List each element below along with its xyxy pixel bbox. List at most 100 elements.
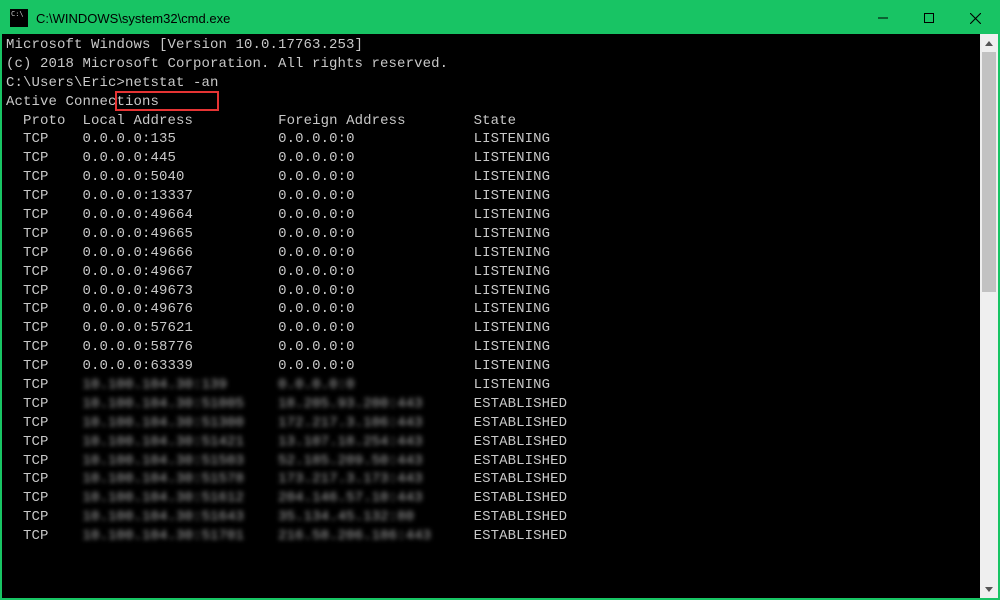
cell-foreign: 216.58.206.186:443 — [278, 527, 431, 546]
cell-local: 0.0.0.0:445 — [83, 150, 279, 166]
table-row: TCP 10.100.104.30:51578 173.217.3.173:44… — [6, 470, 976, 489]
cell-foreign: 204.146.57.10:443 — [278, 489, 423, 508]
cell-local: 10.100.104.30:51643 — [83, 508, 245, 527]
cell-state: LISTENING — [474, 283, 551, 299]
cell-foreign: 0.0.0.0:0 — [278, 376, 355, 395]
cell-proto: TCP — [23, 301, 83, 317]
window-title: C:\WINDOWS\system32\cmd.exe — [36, 11, 860, 26]
cell-foreign: 0.0.0.0:0 — [278, 320, 474, 336]
table-row: TCP 0.0.0.0:57621 0.0.0.0:0 LISTENING — [6, 319, 976, 338]
table-row: TCP 10.100.104.30:51643 35.134.45.132:80… — [6, 508, 976, 527]
cell-local: 0.0.0.0:49665 — [83, 226, 279, 242]
cell-state: LISTENING — [474, 358, 551, 374]
cell-foreign: 172.217.3.106:443 — [278, 414, 423, 433]
cell-foreign: 0.0.0.0:0 — [278, 283, 474, 299]
cell-foreign: 0.0.0.0:0 — [278, 207, 474, 223]
cell-foreign: 18.205.93.200:443 — [278, 395, 423, 414]
cell-state: LISTENING — [474, 320, 551, 336]
table-row: TCP 0.0.0.0:135 0.0.0.0:0 LISTENING — [6, 130, 976, 149]
col-foreign: Foreign Address — [278, 113, 474, 129]
cell-local: 0.0.0.0:49676 — [83, 301, 279, 317]
cmd-icon — [10, 9, 28, 27]
cell-proto: TCP — [23, 226, 83, 242]
cell-state: ESTABLISHED — [474, 415, 568, 431]
cell-foreign: 0.0.0.0:0 — [278, 226, 474, 242]
cell-state: ESTABLISHED — [474, 509, 568, 525]
cell-proto: TCP — [23, 169, 83, 185]
cell-proto: TCP — [23, 528, 83, 544]
table-row: TCP 10.100.104.30:51701 216.58.206.186:4… — [6, 527, 976, 546]
cell-local: 0.0.0.0:49664 — [83, 207, 279, 223]
minimize-button[interactable] — [860, 2, 906, 34]
cell-local: 10.100.104.30:51701 — [83, 527, 245, 546]
table-row: TCP 0.0.0.0:49676 0.0.0.0:0 LISTENING — [6, 300, 976, 319]
cell-state: LISTENING — [474, 150, 551, 166]
cell-local: 0.0.0.0:5040 — [83, 169, 279, 185]
vertical-scrollbar[interactable] — [980, 34, 998, 598]
cell-local: 10.100.104.30:51503 — [83, 452, 245, 471]
cell-foreign: 173.217.3.173:443 — [278, 470, 423, 489]
table-row: TCP 10.100.104.30:51005 18.205.93.200:44… — [6, 395, 976, 414]
output-line: (c) 2018 Microsoft Corporation. All righ… — [6, 55, 976, 74]
col-local: Local Address — [83, 113, 279, 129]
cell-proto: TCP — [23, 264, 83, 280]
scroll-up-arrow[interactable] — [980, 34, 998, 52]
cell-state: ESTABLISHED — [474, 434, 568, 450]
window-controls — [860, 2, 998, 34]
version-line: Microsoft Windows [Version 10.0.17763.25… — [6, 37, 363, 53]
cell-proto: TCP — [23, 320, 83, 336]
cell-proto: TCP — [23, 377, 83, 393]
cell-proto: TCP — [23, 490, 83, 506]
cell-local: 10.100.104.30:51421 — [83, 433, 245, 452]
table-row: TCP 10.100.104.30:51612 204.146.57.10:44… — [6, 489, 976, 508]
cell-proto: TCP — [23, 150, 83, 166]
table-row: TCP 0.0.0.0:445 0.0.0.0:0 LISTENING — [6, 149, 976, 168]
table-row: TCP 10.100.104.30:51300 172.217.3.106:44… — [6, 414, 976, 433]
cell-state: LISTENING — [474, 264, 551, 280]
maximize-button[interactable] — [906, 2, 952, 34]
cell-foreign: 0.0.0.0:0 — [278, 358, 474, 374]
cell-state: LISTENING — [474, 188, 551, 204]
table-row: TCP 0.0.0.0:49665 0.0.0.0:0 LISTENING — [6, 225, 976, 244]
cell-proto: TCP — [23, 434, 83, 450]
cell-proto: TCP — [23, 283, 83, 299]
col-proto: Proto — [23, 113, 83, 129]
table-header: Proto Local Address Foreign Address Stat… — [6, 112, 976, 131]
output-line: Microsoft Windows [Version 10.0.17763.25… — [6, 36, 976, 55]
cell-local: 10.100.104.30:51005 — [83, 395, 245, 414]
cell-foreign: 0.0.0.0:0 — [278, 169, 474, 185]
cell-local: 0.0.0.0:58776 — [83, 339, 279, 355]
scroll-track[interactable] — [980, 52, 998, 580]
cell-local: 0.0.0.0:135 — [83, 131, 279, 147]
table-row: TCP 10.100.104.30:51421 13.107.18.254:44… — [6, 433, 976, 452]
cell-foreign: 0.0.0.0:0 — [278, 150, 474, 166]
cell-proto: TCP — [23, 131, 83, 147]
copyright-line: (c) 2018 Microsoft Corporation. All righ… — [6, 56, 448, 72]
table-row: TCP 0.0.0.0:49667 0.0.0.0:0 LISTENING — [6, 263, 976, 282]
table-row: TCP 0.0.0.0:63339 0.0.0.0:0 LISTENING — [6, 357, 976, 376]
section-title: Active Connections — [6, 94, 159, 110]
cell-proto: TCP — [23, 415, 83, 431]
cell-state: LISTENING — [474, 207, 551, 223]
titlebar[interactable]: C:\WINDOWS\system32\cmd.exe — [2, 2, 998, 34]
cell-proto: TCP — [23, 453, 83, 469]
table-row: TCP 0.0.0.0:49666 0.0.0.0:0 LISTENING — [6, 244, 976, 263]
cell-local: 0.0.0.0:63339 — [83, 358, 279, 374]
cell-state: ESTABLISHED — [474, 471, 568, 487]
cmd-window: C:\WINDOWS\system32\cmd.exe Microsoft Wi… — [0, 0, 1000, 600]
table-row: TCP 0.0.0.0:49673 0.0.0.0:0 LISTENING — [6, 282, 976, 301]
terminal-output[interactable]: Microsoft Windows [Version 10.0.17763.25… — [2, 34, 980, 598]
cell-foreign: 52.185.209.50:443 — [278, 452, 423, 471]
cell-foreign: 0.0.0.0:0 — [278, 301, 474, 317]
content-wrapper: Microsoft Windows [Version 10.0.17763.25… — [2, 34, 998, 598]
scroll-thumb[interactable] — [982, 52, 996, 292]
table-row: TCP 10.100.104.30:139 0.0.0.0:0 LISTENIN… — [6, 376, 976, 395]
close-button[interactable] — [952, 2, 998, 34]
cell-state: ESTABLISHED — [474, 490, 568, 506]
cell-foreign: 13.107.18.254:443 — [278, 433, 423, 452]
cell-state: ESTABLISHED — [474, 528, 568, 544]
scroll-down-arrow[interactable] — [980, 580, 998, 598]
cell-proto: TCP — [23, 396, 83, 412]
cell-local: 0.0.0.0:57621 — [83, 320, 279, 336]
prompt-path: C:\Users\Eric> — [6, 75, 125, 91]
